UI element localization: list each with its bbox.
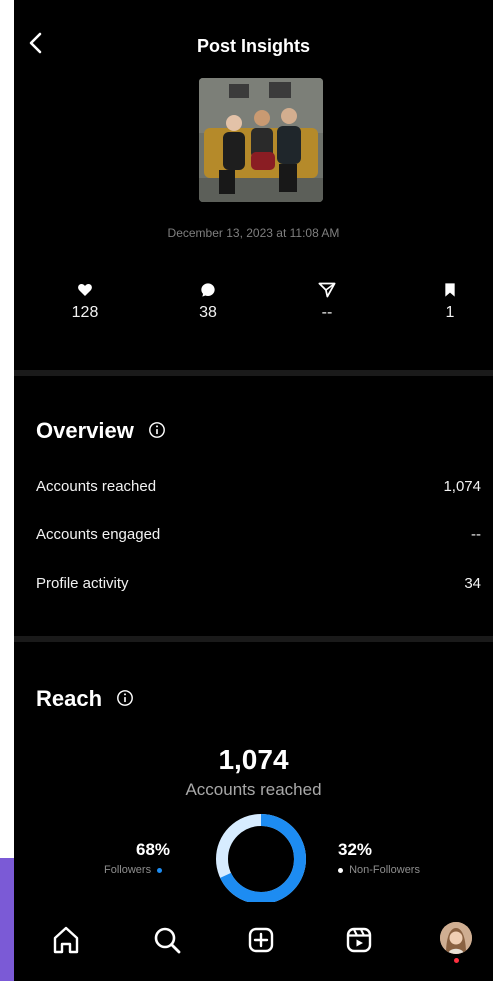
page-title: Post Insights — [196, 36, 310, 56]
non-followers-dot — [338, 867, 343, 873]
row-label: Profile activity — [36, 575, 129, 592]
row-value: 34 — [464, 575, 481, 592]
row-label: Accounts engaged — [36, 526, 161, 543]
bookmark-icon — [445, 283, 455, 297]
bottom-tab-bar — [14, 902, 493, 981]
reach-total: 1,074 — [218, 744, 289, 775]
non-followers-percent: 32% — [338, 840, 373, 859]
reach-heading: Reach — [36, 686, 134, 712]
followers-legend: Followers — [104, 864, 163, 876]
comment-icon — [201, 283, 215, 297]
comments-count: 38 — [199, 304, 217, 321]
overview-title: Overview — [36, 418, 134, 443]
followers-percent: 68% — [136, 840, 171, 859]
avatar-photo — [440, 922, 472, 954]
share-icon — [318, 282, 336, 298]
row-value: -- — [471, 526, 481, 543]
saves-stat: 1 — [420, 282, 480, 322]
overview-heading: Overview — [36, 418, 166, 444]
likes-count: 128 — [71, 304, 99, 321]
row-value: 1,074 — [443, 478, 481, 495]
reach-total-label: Accounts reached — [185, 780, 322, 799]
profile-activity-row[interactable]: Profile activity 34 — [36, 575, 481, 592]
non-followers-label: Non-Followers — [349, 864, 420, 876]
profile-avatar[interactable] — [440, 922, 472, 954]
comments-stat: 38 — [178, 282, 238, 322]
create-icon[interactable] — [243, 922, 279, 958]
non-followers-legend: Non-Followers — [338, 864, 420, 876]
accounts-reached-row[interactable]: Accounts reached 1,074 — [36, 478, 481, 495]
heart-icon — [78, 284, 92, 296]
likes-stat: 128 — [55, 282, 115, 322]
post-thumbnail[interactable] — [199, 78, 323, 202]
shares-stat: -- — [297, 282, 357, 322]
divider — [14, 370, 493, 376]
info-icon[interactable] — [116, 689, 134, 707]
reach-donut-chart — [216, 814, 306, 904]
followers-dot — [157, 867, 163, 873]
header: Post Insights — [14, 0, 493, 78]
reach-title: Reach — [36, 686, 103, 711]
app-screen: Post Insights December 13, 2023 at 11:08… — [14, 0, 493, 981]
accounts-engaged-row[interactable]: Accounts engaged -- — [36, 526, 481, 543]
post-date: December 13, 2023 at 11:08 AM — [167, 226, 340, 240]
search-icon[interactable] — [149, 922, 185, 958]
reels-icon[interactable] — [341, 922, 377, 958]
shares-count: -- — [321, 304, 333, 321]
row-label: Accounts reached — [36, 478, 157, 495]
post-photo — [199, 78, 323, 202]
info-icon[interactable] — [148, 421, 166, 439]
divider — [14, 636, 493, 642]
followers-label: Followers — [104, 864, 152, 876]
notification-dot — [454, 958, 459, 963]
saves-count: 1 — [445, 304, 455, 321]
home-icon[interactable] — [48, 922, 84, 958]
